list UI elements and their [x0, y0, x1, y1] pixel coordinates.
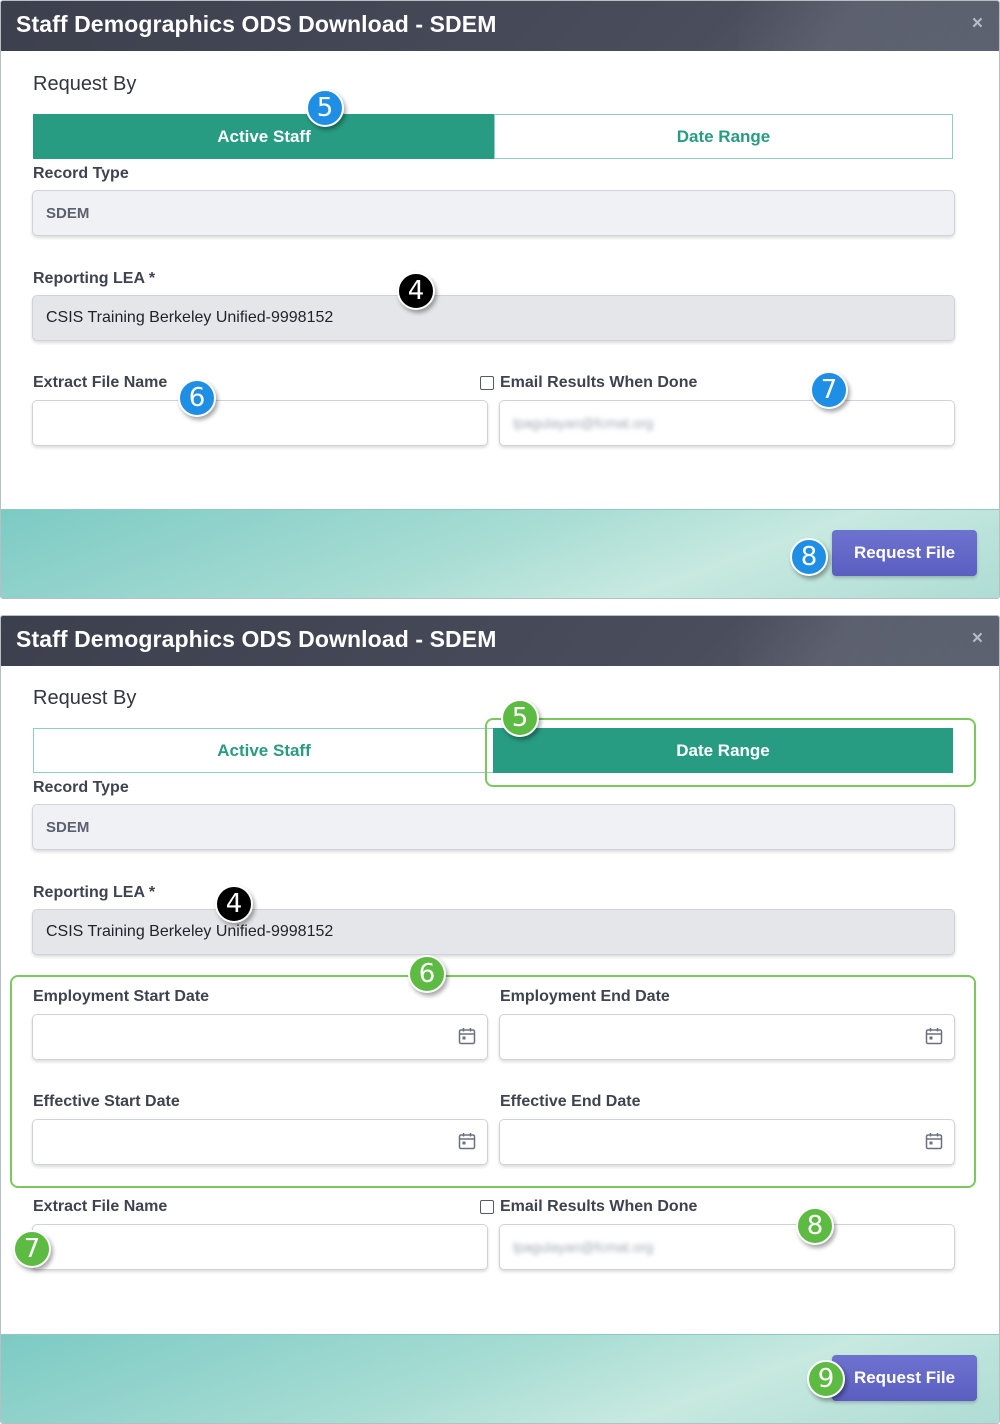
- sdem-dialog-active-staff: Staff Demographics ODS Download - SDEM ×…: [0, 0, 1000, 599]
- employment-end-date-label: Employment End Date: [500, 988, 670, 1005]
- request-by-label: Request By: [33, 687, 137, 709]
- record-type-field: SDEM: [32, 190, 955, 236]
- extract-file-name-input[interactable]: [32, 1224, 488, 1270]
- extract-file-name-label: Extract File Name: [33, 1198, 168, 1215]
- reporting-lea-field: CSIS Training Berkeley Unified-9998152: [32, 909, 955, 955]
- reporting-lea-value: CSIS Training Berkeley Unified-9998152: [46, 309, 334, 326]
- record-type-label: Record Type: [33, 779, 129, 796]
- sdem-dialog-date-range: Staff Demographics ODS Download - SDEM ×…: [0, 615, 1000, 1424]
- callout-badge: 5: [306, 89, 344, 127]
- calendar-icon[interactable]: [458, 1027, 476, 1045]
- employment-start-date-input[interactable]: [32, 1014, 488, 1060]
- effective-start-date-input[interactable]: [32, 1119, 488, 1165]
- tab-date-range[interactable]: Date Range: [494, 114, 953, 159]
- record-type-field: SDEM: [32, 804, 955, 850]
- dialog-title: Staff Demographics ODS Download - SDEM: [16, 11, 497, 37]
- dialog-titlebar: Staff Demographics ODS Download - SDEM ×: [1, 1, 999, 51]
- request-by-label: Request By: [33, 73, 137, 95]
- close-icon[interactable]: ×: [972, 13, 983, 35]
- request-file-button[interactable]: Request File: [832, 530, 977, 576]
- tab-active-staff[interactable]: Active Staff: [33, 114, 495, 159]
- record-type-value: SDEM: [46, 818, 90, 836]
- reporting-lea-label: Reporting LEA *: [33, 270, 156, 287]
- close-icon[interactable]: ×: [972, 628, 983, 650]
- effective-end-date-input[interactable]: [499, 1119, 955, 1165]
- callout-badge: 4: [215, 885, 253, 923]
- record-type-label: Record Type: [33, 165, 129, 182]
- email-input[interactable]: lpagulayan@fcmat.org: [499, 400, 955, 446]
- dialog-titlebar: Staff Demographics ODS Download - SDEM ×: [1, 616, 999, 666]
- callout-badge: 4: [397, 272, 435, 310]
- callout-badge: 7: [13, 1230, 51, 1268]
- email-input[interactable]: lpagulayan@fcmat.org: [499, 1224, 955, 1270]
- email-results-checkbox[interactable]: [480, 376, 494, 390]
- extract-file-name-label: Extract File Name: [33, 374, 168, 391]
- employment-start-date-label: Employment Start Date: [33, 988, 210, 1005]
- reporting-lea-field: CSIS Training Berkeley Unified-9998152: [32, 295, 955, 341]
- highlight-box: [485, 718, 976, 787]
- callout-badge: 5: [501, 699, 539, 737]
- email-results-label: Email Results When Done: [500, 1198, 698, 1215]
- employment-end-date-input[interactable]: [499, 1014, 955, 1060]
- request-file-button[interactable]: Request File: [832, 1355, 977, 1401]
- callout-badge: 8: [790, 538, 828, 576]
- effective-end-date-label: Effective End Date: [500, 1093, 641, 1110]
- callout-badge: 9: [807, 1360, 845, 1398]
- record-type-value: SDEM: [46, 204, 90, 222]
- effective-start-date-label: Effective Start Date: [33, 1093, 180, 1110]
- email-value: lpagulayan@fcmat.org: [513, 415, 654, 431]
- callout-badge: 7: [810, 371, 848, 409]
- calendar-icon[interactable]: [925, 1132, 943, 1150]
- reporting-lea-label: Reporting LEA *: [33, 884, 156, 901]
- email-results-checkbox[interactable]: [480, 1200, 494, 1214]
- calendar-icon[interactable]: [925, 1027, 943, 1045]
- callout-badge: 8: [796, 1207, 834, 1245]
- dialog-title: Staff Demographics ODS Download - SDEM: [16, 626, 497, 652]
- callout-badge: 6: [408, 955, 446, 993]
- tab-active-staff[interactable]: Active Staff: [33, 728, 495, 773]
- dialog-footer: Request File: [1, 509, 999, 598]
- callout-badge: 6: [178, 379, 216, 417]
- calendar-icon[interactable]: [458, 1132, 476, 1150]
- email-results-label: Email Results When Done: [500, 374, 698, 391]
- email-value: lpagulayan@fcmat.org: [513, 1239, 654, 1255]
- extract-file-name-input[interactable]: [32, 400, 488, 446]
- reporting-lea-value: CSIS Training Berkeley Unified-9998152: [46, 923, 334, 940]
- dialog-footer: Request File: [1, 1334, 999, 1423]
